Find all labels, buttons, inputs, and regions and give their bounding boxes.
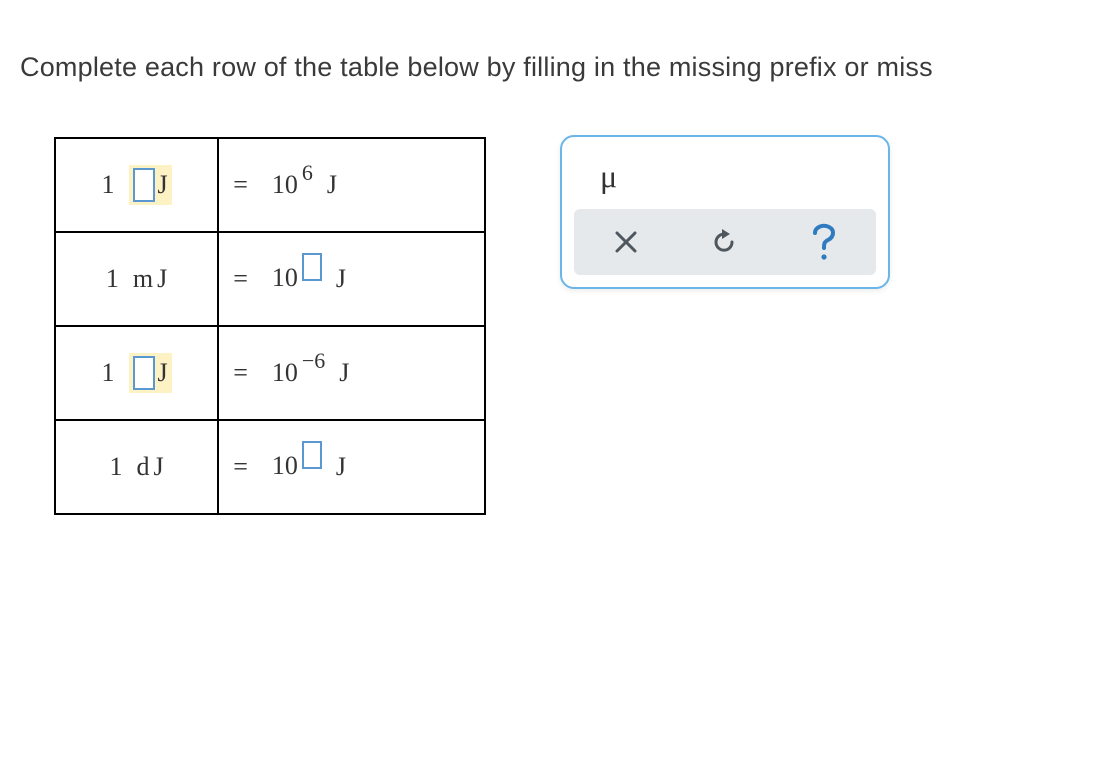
left-cell: 1 d J bbox=[55, 420, 218, 514]
base-ten: 10 bbox=[272, 453, 298, 479]
table-row: 1 J = 10 −6 bbox=[55, 326, 485, 420]
close-icon bbox=[612, 228, 640, 256]
prefix-highlight: J bbox=[129, 165, 172, 205]
unit-suffix: J bbox=[336, 266, 346, 292]
tool-panel: μ bbox=[560, 135, 890, 289]
undo-icon bbox=[710, 227, 740, 257]
equals-sign: = bbox=[233, 172, 248, 198]
unit-suffix: J bbox=[339, 360, 349, 386]
unit-suffix: J bbox=[336, 454, 346, 480]
table-row: 1 d J = 10 bbox=[55, 420, 485, 514]
action-bar bbox=[574, 209, 876, 275]
unit-suffix: J bbox=[327, 172, 337, 198]
prefix-input[interactable] bbox=[133, 356, 155, 390]
exponent: −6 bbox=[302, 350, 325, 372]
coefficient: 1 bbox=[102, 172, 115, 198]
help-button[interactable] bbox=[780, 215, 868, 269]
unit-suffix: J bbox=[158, 360, 168, 386]
base-ten: 10 bbox=[272, 265, 298, 291]
right-cell: = 10 J bbox=[218, 232, 485, 326]
equals-sign: = bbox=[233, 266, 248, 292]
mu-symbol-button[interactable]: μ bbox=[590, 154, 627, 199]
exponent-input[interactable] bbox=[302, 441, 322, 469]
instruction-text: Complete each row of the table below by … bbox=[20, 52, 1076, 83]
right-cell: = 10 J bbox=[218, 420, 485, 514]
base-ten: 10 bbox=[272, 172, 298, 198]
left-cell: 1 J bbox=[55, 138, 218, 232]
coefficient: 1 bbox=[106, 266, 119, 292]
unit-suffix: J bbox=[158, 172, 168, 198]
exponent: 6 bbox=[302, 162, 313, 184]
help-icon bbox=[811, 222, 837, 262]
reset-button[interactable] bbox=[681, 215, 769, 269]
exponent-input[interactable] bbox=[302, 253, 322, 281]
prefix-text: m bbox=[133, 266, 153, 292]
table-row: 1 J = 10 6 bbox=[55, 138, 485, 232]
symbol-row: μ bbox=[574, 147, 876, 205]
clear-button[interactable] bbox=[582, 215, 670, 269]
table-row: 1 m J = 10 bbox=[55, 232, 485, 326]
coefficient: 1 bbox=[102, 360, 115, 386]
work-area: 1 J = 10 6 bbox=[54, 137, 1076, 515]
equals-sign: = bbox=[233, 454, 248, 480]
left-cell: 1 m J bbox=[55, 232, 218, 326]
prefix-table: 1 J = 10 6 bbox=[54, 137, 486, 515]
base-ten: 10 bbox=[272, 360, 298, 386]
unit-suffix: J bbox=[154, 454, 164, 480]
prefix-input[interactable] bbox=[133, 168, 155, 202]
right-cell: = 10 6 J bbox=[218, 138, 485, 232]
equals-sign: = bbox=[233, 360, 248, 386]
left-cell: 1 J bbox=[55, 326, 218, 420]
right-cell: = 10 −6 J bbox=[218, 326, 485, 420]
unit-suffix: J bbox=[157, 266, 167, 292]
prefix-text: d bbox=[137, 454, 150, 480]
coefficient: 1 bbox=[110, 454, 123, 480]
prefix-highlight: J bbox=[129, 353, 172, 393]
